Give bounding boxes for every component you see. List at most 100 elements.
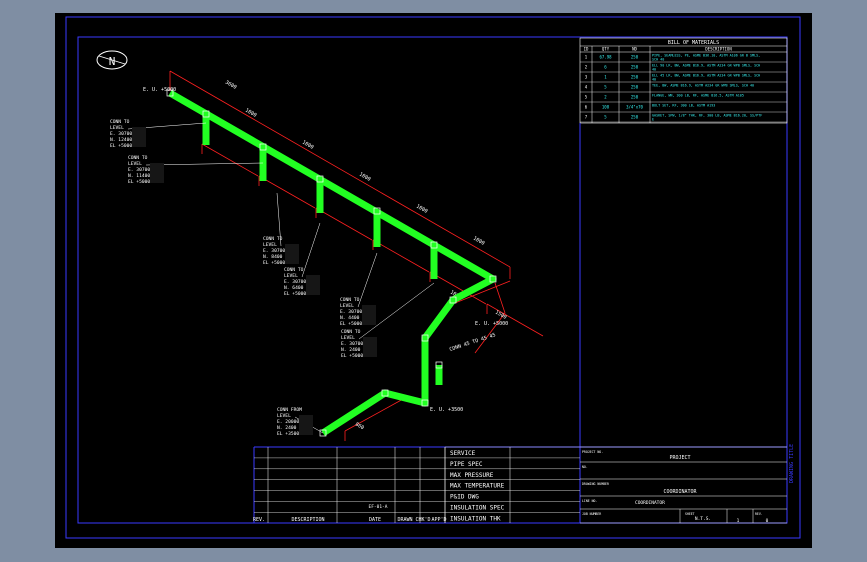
callout-text: CONN TO	[284, 267, 304, 273]
bom-cell: 250	[631, 85, 639, 90]
field-label: MAX PRESSURE	[450, 472, 494, 479]
bom-desc: PIPE, SEAMLESS, PE, ASME B36.10, ASTM A1…	[652, 54, 760, 58]
bom-desc: BOLT SET, RF, 300 LB, ASTM A193	[652, 104, 715, 108]
rev-header: DRAWN	[397, 517, 412, 523]
dimension-branch	[315, 207, 373, 241]
callout-text: EL +5000	[284, 291, 306, 297]
callout-text: CONN FROM	[277, 407, 302, 413]
callout-text: E. 30700	[263, 248, 285, 254]
callout-text: N. 12400	[110, 137, 132, 143]
bom-desc: TEE, BW, ASME B16.9, ASTM A234 GR WPB SM…	[652, 84, 754, 88]
sheet-value: 1	[737, 518, 740, 524]
project-value: PROJECT	[669, 455, 690, 461]
callout-1: CONN TOLEVELE. 30700N. 12400EL +5000	[110, 119, 207, 149]
callout-text: LEVEL	[263, 242, 277, 248]
job-label: JOB NUMBER	[582, 512, 601, 516]
bom-cell: 7	[585, 115, 588, 120]
bom-header: ND	[632, 47, 637, 52]
bom-cell: 5	[604, 85, 607, 90]
bom-header: DESCRIPTION	[705, 47, 732, 52]
dimension-label: 1000	[301, 140, 314, 151]
bom-cell: 4	[585, 85, 588, 90]
callout-text: N. 6400	[284, 285, 304, 291]
elbow-label-3: E. U. +3500	[430, 407, 463, 413]
north-label: N	[109, 55, 116, 68]
dimension-label: 3600	[224, 80, 237, 91]
bom-cell: 1	[604, 75, 607, 80]
bom-desc: GASKET, SPW, 1/8" THK, RF, 300 LB, ASME …	[652, 114, 762, 118]
callout-text: EL +5000	[341, 353, 363, 359]
bom-cell: 250	[631, 65, 639, 70]
field-label: MAX TEMPERATURE	[450, 483, 505, 490]
bom-frame	[579, 37, 788, 124]
callout-text: E. 30700	[340, 309, 362, 315]
callout-text: E. 30700	[284, 279, 306, 285]
rev-header: DATE	[369, 517, 381, 523]
rev-header: DESCRIPTION	[291, 517, 324, 523]
cad-viewport[interactable]: N 3600 1000 1000 1000 1000 1000 1000 1500 860 E.…	[55, 13, 812, 548]
rev-label: REV.	[755, 512, 763, 516]
bom-cell: 3/4"x70	[626, 105, 643, 110]
bom-header: QTY	[602, 47, 610, 52]
bom-desc: SCH 40	[652, 58, 664, 62]
scale-value: N.T.S.	[695, 516, 711, 522]
callout-text: N. 8400	[263, 254, 283, 260]
dimension-branch	[372, 239, 430, 273]
field-label: INSULATION THK	[450, 515, 501, 522]
callout-text: CONN TO	[341, 329, 361, 335]
callout-3: CONN TOLEVELE. 30700N. 8400EL +5000	[263, 192, 299, 266]
north-arrow-icon: N	[96, 50, 128, 70]
callout-text: EL +3500	[277, 431, 299, 437]
callout-2: CONN TOLEVELE. 30700N. 11400EL +5000	[128, 155, 264, 185]
dimension-lower	[344, 397, 406, 441]
field-label: SERVICE	[450, 450, 476, 457]
dimension-main	[169, 70, 511, 279]
dimension-branch	[201, 143, 259, 177]
callout-text: N. 4400	[340, 315, 360, 321]
bom-desc: E	[652, 118, 654, 122]
callout-text: E. 30700	[341, 341, 363, 347]
dimension-label: 1000	[472, 236, 485, 247]
field-label: PIPE SPEC	[450, 461, 483, 468]
line-value: COORDINATOR	[635, 500, 665, 506]
bom-desc: 40	[652, 78, 656, 82]
bom-cell: 67.98	[599, 55, 612, 60]
bom-desc: ELL 90 LR, BW, ASME B16.9, ASTM A234 GR …	[652, 64, 760, 68]
bom-cell: 108	[602, 105, 610, 110]
bill-of-materials-table: BILL OF MATERIALS ID QTY ND DESCRIPTION 1 67.9…	[579, 37, 788, 523]
field-label: P&ID DWG	[450, 494, 479, 501]
mid-stamp: EF-01-A	[369, 504, 388, 510]
callout-text: LEVEL	[284, 273, 298, 279]
dimension-label: 1000	[358, 172, 371, 183]
dimension-branch	[486, 303, 544, 337]
callout-text: CONN TO	[340, 297, 360, 303]
sheet-label: SHEET	[685, 512, 695, 516]
side-title-text: DRAWING TITLE	[789, 444, 795, 483]
line-label: LINE NO.	[582, 499, 597, 503]
field-label: INSULATION SPEC	[450, 505, 505, 512]
no-label: NO.	[582, 465, 588, 469]
callout-text: LEVEL	[128, 161, 142, 167]
callout-text: N. 11400	[128, 173, 150, 179]
bom-cell: 6	[604, 65, 607, 70]
callout-text: CONN TO	[110, 119, 130, 125]
bom-cell: 250	[631, 75, 639, 80]
callout-5: CONN TOLEVELE. 30700N. 4400EL +5000	[340, 252, 378, 327]
bom-cell: 5	[585, 95, 588, 100]
bom-cell: 5	[604, 115, 607, 120]
callout-text: LEVEL	[277, 413, 291, 419]
callout-text: EL +5000	[263, 260, 285, 266]
elbow-label-2: E. U. +5000	[475, 321, 508, 327]
bom-desc: 40	[652, 68, 656, 72]
drawing-label: DRAWING NUMBER	[582, 482, 609, 486]
callout-text: N. 2400	[277, 425, 297, 431]
bom-desc: ELL 45 LR, BW, ASME B16.9, ASTM A234 GR …	[652, 74, 760, 78]
callout-group: CONN TOLEVELE. 30700N. 12400EL +5000CONN…	[110, 119, 435, 437]
callout-text: EL +5000	[340, 321, 362, 327]
bom-cell: 250	[631, 95, 639, 100]
callout-text: E. 20000	[277, 419, 299, 425]
callout-text: E. 30700	[110, 131, 132, 137]
rev-value: 0	[766, 518, 769, 524]
callout-7: CONN FROMLEVELE. 20000N. 2400EL +3500	[277, 407, 324, 437]
callout-6: CONN TOLEVELE. 30700N. 2400EL +5000	[341, 282, 435, 359]
